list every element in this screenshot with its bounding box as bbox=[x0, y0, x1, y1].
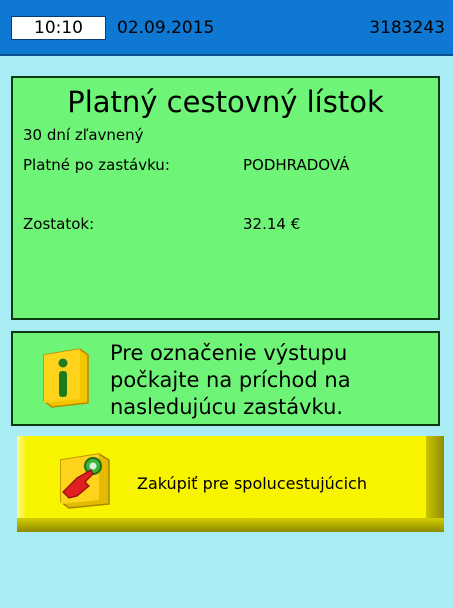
device-id: 3183243 bbox=[369, 18, 445, 38]
info-line-2: počkajte na príchod na bbox=[110, 368, 351, 392]
valid-until-label: Platné po zastávku: bbox=[23, 156, 170, 174]
balance-label: Zostatok: bbox=[23, 215, 95, 233]
valid-until-value: PODHRADOVÁ bbox=[243, 156, 350, 174]
button-bevel bbox=[17, 518, 444, 532]
balance-value: 32.14 € bbox=[243, 215, 301, 233]
info-message: Pre označenie výstupu počkajte na prícho… bbox=[110, 340, 351, 421]
date-display: 02.09.2015 bbox=[117, 18, 215, 38]
ticket-title: Platný cestovný lístok bbox=[67, 85, 384, 119]
clock-display: 10:10 bbox=[11, 16, 106, 40]
info-panel: Pre označenie výstupu počkajte na prícho… bbox=[11, 331, 440, 426]
touch-hand-icon bbox=[60, 453, 110, 509]
ticket-type: 30 dní zľavnený bbox=[23, 126, 144, 144]
top-status-bar: 10:10 02.09.2015 3183243 bbox=[0, 0, 453, 56]
ticket-panel: Platný cestovný lístok 30 dní zľavnený P… bbox=[11, 76, 440, 320]
info-line-3: nasledujúcu zastávku. bbox=[110, 395, 344, 419]
buy-button-label: Zakúpiť pre spolucestujúcich bbox=[137, 474, 367, 493]
info-line-1: Pre označenie výstupu bbox=[110, 341, 348, 365]
info-icon bbox=[43, 348, 89, 408]
buy-for-companions-button[interactable]: Zakúpiť pre spolucestujúcich bbox=[17, 436, 444, 532]
